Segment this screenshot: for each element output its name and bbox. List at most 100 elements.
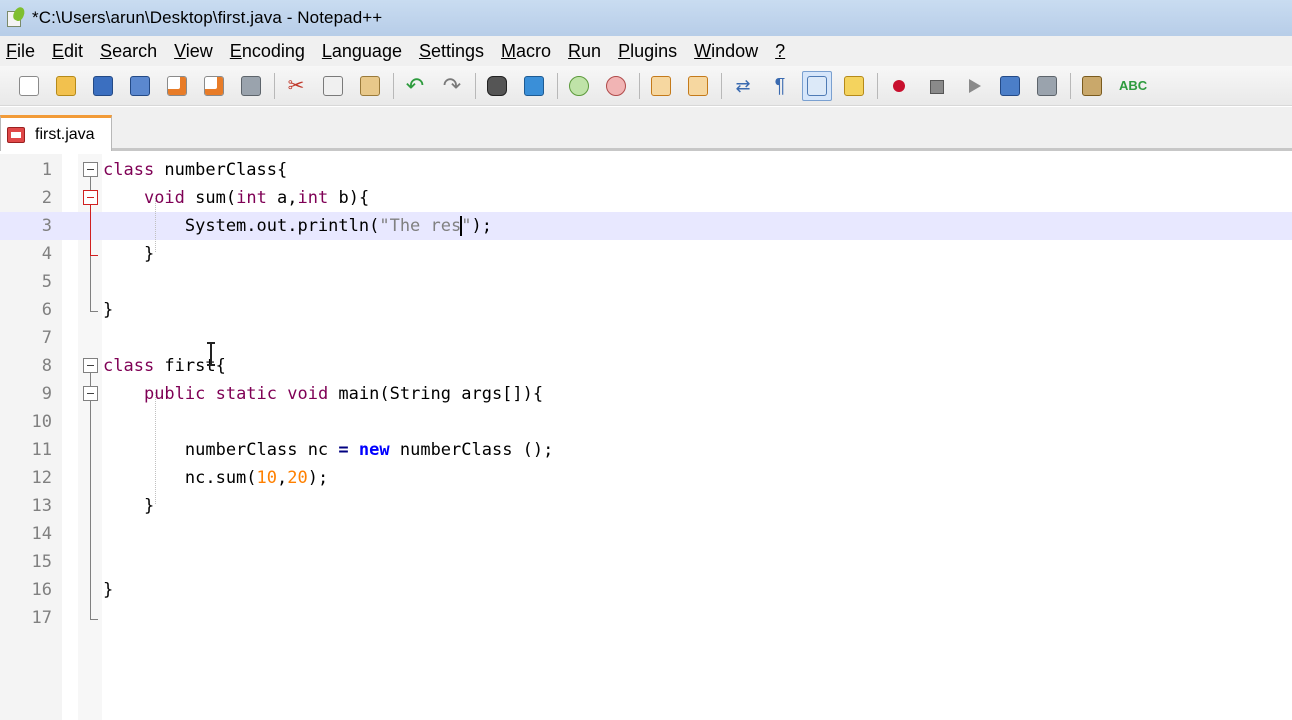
sync-vertical-button[interactable] — [646, 71, 676, 101]
play-macro-multiple-button[interactable] — [995, 71, 1025, 101]
menu-accelerator: R — [568, 40, 582, 61]
line-number: 16 — [31, 580, 52, 600]
code-line[interactable]: 6} — [0, 296, 1292, 324]
paste-icon — [360, 75, 380, 96]
print-button[interactable] — [236, 71, 266, 101]
menu-edit[interactable]: Edit — [46, 41, 94, 62]
toolbar-separator — [1070, 72, 1071, 99]
fold-line — [90, 256, 91, 311]
close-file-button[interactable] — [162, 71, 192, 101]
string-token: "The res — [379, 216, 462, 236]
code-text: public static void main(String args[]){ — [103, 380, 543, 408]
line-number: 17 — [31, 608, 52, 628]
code-line[interactable]: 2 void sum(int a,int b){ — [0, 184, 1292, 212]
redo-button[interactable]: ↷ — [437, 71, 467, 101]
play-macro-button[interactable] — [958, 71, 988, 101]
code-text: } — [103, 576, 113, 604]
new-file-button[interactable] — [14, 71, 44, 101]
zoom-in-button[interactable] — [564, 71, 594, 101]
fold-end — [90, 619, 98, 620]
cut-icon: ✂ — [287, 74, 305, 97]
code-text: } — [103, 492, 154, 520]
menu-language[interactable]: Language — [316, 41, 413, 62]
save-button[interactable] — [88, 71, 118, 101]
code-line[interactable]: 16} — [0, 576, 1292, 604]
code-line[interactable]: 5 — [0, 268, 1292, 296]
menu-window[interactable]: Window — [688, 41, 769, 62]
toolbar-separator — [475, 72, 476, 99]
code-line[interactable]: 12 nc.sum(10,20); — [0, 464, 1292, 492]
code-text: void sum(int a,int b){ — [103, 184, 369, 212]
code-token: nc.sum( — [103, 468, 257, 488]
code-line[interactable]: 8 class first{ — [0, 352, 1292, 380]
menu-view[interactable]: View — [168, 41, 224, 62]
code-token: a, — [266, 188, 298, 208]
indent-guide-button[interactable] — [802, 70, 832, 101]
fold-toggle-line-9[interactable] — [83, 386, 98, 401]
find-button[interactable] — [482, 71, 512, 101]
paste-button[interactable] — [355, 71, 385, 101]
fold-end-active — [90, 255, 98, 256]
menu-macro[interactable]: Macro — [495, 41, 562, 62]
open-folder-button[interactable] — [51, 71, 81, 101]
toolbar-separator — [721, 72, 722, 99]
menu-accelerator: M — [501, 40, 517, 61]
show-all-characters-button[interactable]: ¶ — [765, 71, 795, 101]
menu-search[interactable]: Search — [94, 41, 168, 62]
code-line[interactable]: 10 — [0, 408, 1292, 436]
line-number: 15 — [31, 552, 52, 572]
code-line[interactable]: 14 — [0, 520, 1292, 548]
tab-first-java[interactable]: first.java — [0, 115, 112, 151]
play-macro-multiple-icon — [1000, 75, 1020, 96]
fold-toggle-line-2[interactable] — [83, 190, 98, 205]
number-token: 20 — [287, 468, 308, 488]
record-macro-button[interactable] — [884, 71, 914, 101]
save-all-button[interactable] — [125, 71, 155, 101]
code-line[interactable]: 15 — [0, 548, 1292, 576]
code-line[interactable]: 11 numberClass nc = new numberClass (); — [0, 436, 1292, 464]
code-text: System.out.println("The res"); — [103, 212, 492, 240]
code-line[interactable]: 9 public static void main(String args[])… — [0, 380, 1292, 408]
menu-label-rest: un — [581, 40, 602, 61]
code-line[interactable]: 4 } — [0, 240, 1292, 268]
copy-button[interactable] — [318, 71, 348, 101]
code-line[interactable]: 1 class numberClass{ — [0, 156, 1292, 184]
code-line[interactable]: 17 — [0, 604, 1292, 632]
word-wrap-button[interactable]: ⇄ — [728, 71, 758, 101]
menu-label-rest: lugins — [630, 40, 678, 61]
menu-accelerator: E — [52, 40, 65, 61]
code-editor[interactable]: 17 16} 15 14 13 } 12 nc.sum(10,20); 11 numberC… — [0, 154, 1292, 720]
cut-button[interactable]: ✂ — [281, 71, 311, 101]
tab-label: first.java — [35, 125, 95, 143]
user-language-button[interactable] — [839, 71, 869, 101]
run-button[interactable] — [1077, 71, 1107, 101]
title-bar: *C:\Users\arun\Desktop\first.java - Note… — [0, 0, 1292, 36]
word-wrap-icon: ⇄ — [735, 75, 751, 96]
menu-settings[interactable]: Settings — [413, 41, 495, 62]
menu-run[interactable]: Run — [562, 41, 612, 62]
stop-macro-button[interactable] — [921, 71, 951, 101]
menu-label-rest: ncoding — [241, 40, 305, 61]
menu-file[interactable]: File — [0, 41, 46, 62]
line-number: 9 — [41, 384, 52, 404]
redo-icon: ↷ — [442, 72, 462, 98]
undo-button[interactable]: ↶ — [400, 71, 430, 101]
zoom-out-button[interactable] — [601, 71, 631, 101]
code-line[interactable]: 13 } — [0, 492, 1292, 520]
fold-toggle-line-1[interactable] — [83, 162, 98, 177]
menu-encoding[interactable]: Encoding — [224, 41, 316, 62]
menu-help[interactable]: ? — [769, 41, 796, 62]
code-line[interactable]: 7 — [0, 324, 1292, 352]
close-all-button[interactable] — [199, 71, 229, 101]
sync-horizontal-button[interactable] — [683, 71, 713, 101]
menu-accelerator: L — [321, 40, 332, 61]
menu-accelerator: P — [618, 40, 631, 61]
spell-check-button[interactable]: ABC — [1114, 71, 1147, 101]
fold-toggle-line-8[interactable] — [83, 358, 98, 373]
save-icon — [93, 75, 113, 96]
save-macro-button[interactable] — [1032, 71, 1062, 101]
code-line[interactable]: 3 System.out.println("The res"); — [0, 212, 1292, 240]
menu-plugins[interactable]: Plugins — [612, 41, 688, 62]
replace-button[interactable] — [519, 71, 549, 101]
